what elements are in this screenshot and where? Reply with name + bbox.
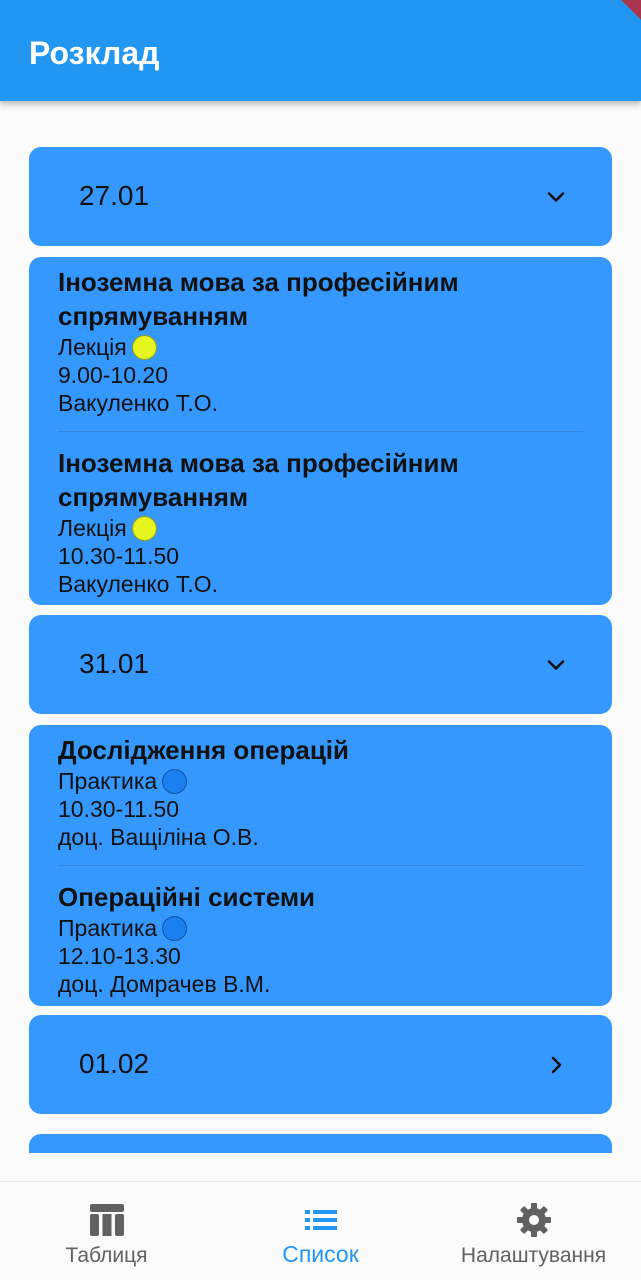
lesson-type: Практика [58,915,158,941]
practice-dot-icon [162,768,188,794]
nav-label-list: Список [282,1241,359,1267]
nav-item-table[interactable]: Таблиця [0,1182,213,1280]
day-date: 27.01 [79,180,150,211]
lesson-item[interactable]: Іноземна мова за професійним спрямування… [58,265,585,417]
lesson-type-row: Лекція [58,514,585,542]
chevron-right-icon [551,1056,562,1074]
day-header-31-01[interactable]: 31.01 [29,615,612,714]
page-title: Розклад [29,35,160,71]
lesson-time: 9.00-10.20 [58,362,168,388]
lesson-teacher: Вакуленко Т.О. [58,390,219,416]
lesson-divider [58,431,585,432]
day-header-27-01[interactable]: 27.01 [29,147,612,246]
day-lessons-27-01: Іноземна мова за професійним спрямування… [29,257,612,605]
lesson-name: Операційні системи [58,882,316,912]
lesson-type-row: Практика [58,767,585,795]
lesson-name: Дослідження операцій [58,735,350,765]
lesson-name: Іноземна мова за професійним [58,267,459,297]
lesson-item[interactable]: Дослідження операцій Практика 10.30-11.5… [58,733,585,851]
lesson-type-row: Практика [58,914,585,942]
lecture-dot-icon [131,515,157,541]
nav-item-list[interactable]: Список [214,1182,427,1280]
lesson-name-continued: спрямуванням [58,482,249,512]
practice-dot-icon [162,915,188,941]
lesson-type: Лекція [58,334,127,360]
lesson-name: Іноземна мова за професійним [58,448,459,478]
lesson-teacher: доц. Ващіліна О.В. [58,824,259,850]
lesson-item[interactable]: Іноземна мова за професійним спрямування… [58,446,585,598]
lesson-item[interactable]: Операційні системи Практика 12.10-13.30 … [58,880,585,998]
lesson-type: Практика [58,768,158,794]
table-icon [89,1204,124,1236]
lesson-type: Лекція [58,515,127,541]
lesson-time: 10.30-11.50 [58,543,180,569]
schedule-list[interactable]: 27.01 Іноземна мова за професійним спрям… [0,101,641,1153]
lecture-dot-icon [131,334,157,360]
gear-icon [516,1203,551,1237]
nav-label-table: Таблиця [65,1244,148,1267]
nav-item-settings[interactable]: Налаштування [427,1182,640,1280]
lesson-time: 12.10-13.30 [58,943,181,969]
day-header-01-02[interactable]: 01.02 [29,1015,612,1114]
debug-banner [602,0,641,31]
list-icon [304,1210,337,1230]
app-bar: Розклад [0,0,641,101]
day-header-next[interactable] [29,1134,612,1153]
day-date: 01.02 [79,1048,150,1079]
lesson-time: 10.30-11.50 [58,796,180,822]
bottom-navigation: Таблиця Список Налаштування [0,1181,641,1280]
day-date: 31.01 [79,648,150,679]
chevron-down-icon [547,192,565,202]
lesson-teacher: Вакуленко Т.О. [58,571,219,597]
nav-label-settings: Налаштування [460,1244,607,1267]
lesson-name-continued: спрямуванням [58,301,249,331]
lesson-divider [58,865,585,866]
lesson-type-row: Лекція [58,333,585,361]
chevron-down-icon [547,660,565,670]
day-lessons-31-01: Дослідження операцій Практика 10.30-11.5… [29,725,612,1006]
lesson-teacher: доц. Домрачев В.М. [58,971,271,997]
